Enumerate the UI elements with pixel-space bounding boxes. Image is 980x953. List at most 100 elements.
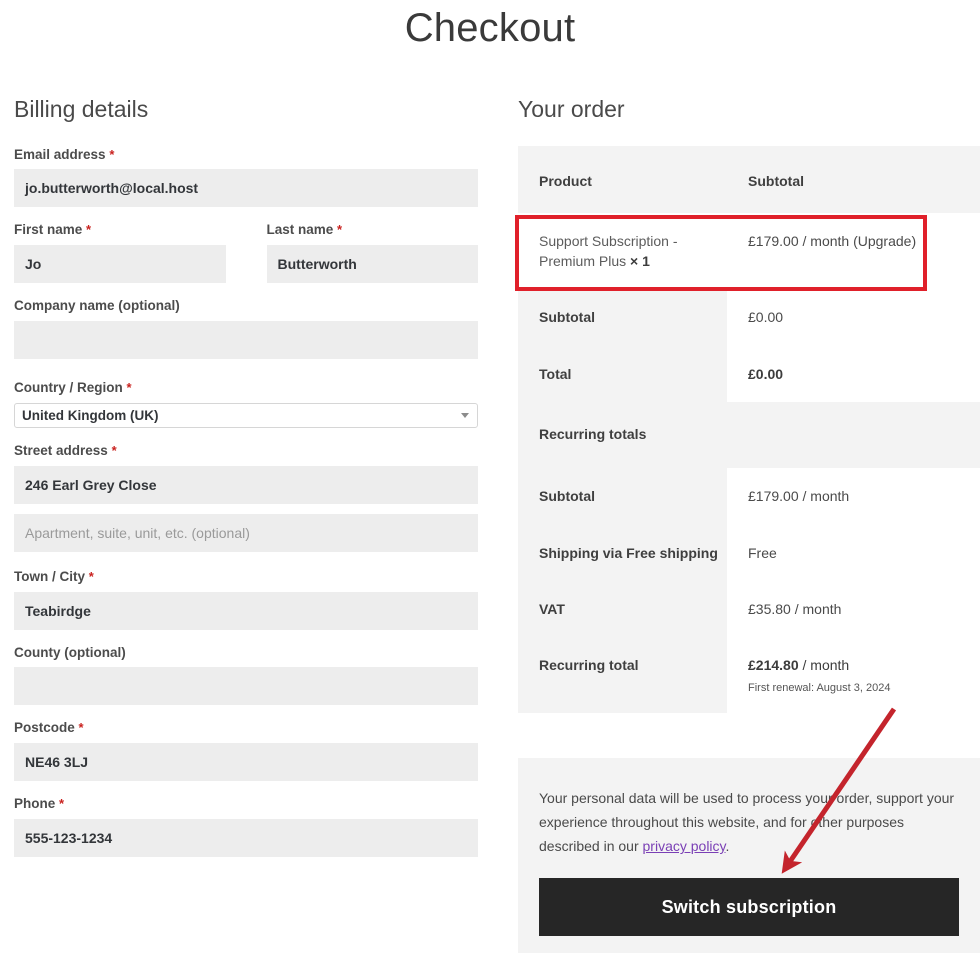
- order-total-row: Total £0.00: [518, 346, 980, 402]
- label-text: First name: [14, 222, 82, 237]
- label-company-name: Company name (optional): [14, 297, 478, 315]
- street-address-input[interactable]: 246 Earl Grey Close: [14, 466, 478, 504]
- privacy-text-after: .: [726, 838, 730, 854]
- recurring-totals-heading-row: Recurring totals: [518, 402, 980, 468]
- privacy-text-before: Your personal data will be used to proce…: [539, 790, 954, 854]
- country-region-select-wrap: United Kingdom (UK): [14, 403, 478, 428]
- product-name-cell: Support Subscription - Premium Plus × 1: [518, 213, 727, 290]
- required-marker-icon: *: [337, 222, 342, 237]
- last-name-input[interactable]: Butterworth: [267, 245, 479, 283]
- required-marker-icon: *: [127, 380, 132, 395]
- amount: £35.80: [748, 601, 791, 617]
- amount-unit: / month: [799, 488, 850, 504]
- recurring-shipping-label: Shipping via Free shipping: [518, 525, 727, 581]
- recurring-totals-heading-spacer: [727, 402, 980, 468]
- privacy-policy-text: Your personal data will be used to proce…: [539, 786, 958, 858]
- field-company-name: Company name (optional): [14, 297, 478, 359]
- order-subtotal-label: Subtotal: [518, 289, 727, 345]
- field-postcode: Postcode * NE46 3LJ: [14, 719, 478, 781]
- order-subtotal-row: Subtotal £0.00: [518, 289, 980, 345]
- column-header-product: Product: [518, 146, 727, 213]
- billing-details-heading: Billing details: [14, 96, 478, 124]
- amount: £179.00: [748, 488, 799, 504]
- recurring-subtotal-row: Subtotal £179.00 / month: [518, 468, 980, 524]
- first-name-input[interactable]: Jo: [14, 245, 226, 283]
- required-marker-icon: *: [109, 147, 114, 162]
- phone-input[interactable]: 555-123-1234: [14, 819, 478, 857]
- your-order-heading: Your order: [518, 96, 980, 124]
- field-county: County (optional): [14, 644, 478, 706]
- checkout-page: Checkout Billing details Email address *…: [0, 0, 980, 953]
- amount-unit: / month: [791, 601, 842, 617]
- required-marker-icon: *: [112, 443, 117, 458]
- amount: £214.80: [748, 657, 799, 673]
- amount: Free: [748, 545, 777, 561]
- order-summary-column: Your order Product Subtotal Support Subs…: [518, 96, 980, 713]
- required-marker-icon: *: [79, 720, 84, 735]
- name-field-row: First name * Jo Last name * Butterworth: [14, 221, 478, 297]
- product-quantity: × 1: [630, 253, 650, 269]
- chevron-down-icon: [461, 413, 469, 418]
- label-town-city: Town / City *: [14, 568, 478, 586]
- recurring-shipping-value: Free: [727, 525, 980, 581]
- label-text: Country / Region: [14, 380, 123, 395]
- required-marker-icon: *: [86, 222, 91, 237]
- required-marker-icon: *: [89, 569, 94, 584]
- amount-unit: / month: [799, 657, 850, 673]
- field-phone: Phone * 555-123-1234: [14, 795, 478, 857]
- billing-details-column: Billing details Email address * jo.butte…: [14, 96, 478, 871]
- recurring-vat-label: VAT: [518, 581, 727, 637]
- label-text: Postcode: [14, 720, 75, 735]
- field-street-address: Street address * 246 Earl Grey Close: [14, 442, 478, 504]
- order-table-header-row: Product Subtotal: [518, 146, 980, 213]
- county-input[interactable]: [14, 667, 478, 705]
- field-address-line-2: Apartment, suite, unit, etc. (optional): [14, 514, 478, 552]
- recurring-vat-row: VAT £35.80 / month: [518, 581, 980, 637]
- product-name-line-1: Support Subscription -: [539, 233, 678, 249]
- address-line-2-input[interactable]: Apartment, suite, unit, etc. (optional): [14, 514, 478, 552]
- order-total-value: £0.00: [727, 346, 980, 402]
- label-text: Town / City: [14, 569, 85, 584]
- field-town-city: Town / City * Teabirdge: [14, 568, 478, 630]
- required-marker-icon: *: [59, 796, 64, 811]
- payment-section: Your personal data will be used to proce…: [518, 758, 980, 953]
- country-region-select[interactable]: United Kingdom (UK): [14, 403, 478, 428]
- product-price-cell: £179.00 / month (Upgrade): [727, 213, 980, 290]
- postcode-input[interactable]: NE46 3LJ: [14, 743, 478, 781]
- field-country-region: Country / Region * United Kingdom (UK): [14, 379, 478, 428]
- label-text: Street address: [14, 443, 108, 458]
- email-address-input[interactable]: jo.butterworth@local.host: [14, 169, 478, 207]
- recurring-vat-value: £35.80 / month: [727, 581, 980, 637]
- label-text: Last name: [267, 222, 334, 237]
- label-email-address: Email address *: [14, 146, 478, 164]
- recurring-totals-heading: Recurring totals: [518, 402, 727, 468]
- order-product-row: Support Subscription - Premium Plus × 1 …: [518, 213, 980, 290]
- first-renewal-note: First renewal: August 3, 2024: [748, 681, 980, 695]
- recurring-subtotal-label: Subtotal: [518, 468, 727, 524]
- privacy-policy-link[interactable]: privacy policy: [643, 838, 726, 854]
- recurring-total-label: Recurring total: [518, 637, 727, 713]
- order-subtotal-value: £0.00: [727, 289, 980, 345]
- label-postcode: Postcode *: [14, 719, 478, 737]
- label-text: Email address: [14, 147, 106, 162]
- field-last-name: Last name * Butterworth: [267, 221, 479, 283]
- label-street-address: Street address *: [14, 442, 478, 460]
- switch-subscription-button[interactable]: Switch subscription: [539, 878, 959, 936]
- field-email-address: Email address * jo.butterworth@local.hos…: [14, 146, 478, 208]
- page-title: Checkout: [0, 6, 980, 51]
- order-total-label: Total: [518, 346, 727, 402]
- field-first-name: First name * Jo: [14, 221, 226, 283]
- label-country-region: Country / Region *: [14, 379, 478, 397]
- recurring-total-row: Recurring total £214.80 / month First re…: [518, 637, 980, 713]
- recurring-subtotal-value: £179.00 / month: [727, 468, 980, 524]
- town-city-input[interactable]: Teabirdge: [14, 592, 478, 630]
- column-header-subtotal: Subtotal: [727, 146, 980, 213]
- label-last-name: Last name *: [267, 221, 479, 239]
- order-summary-table: Product Subtotal Support Subscription - …: [518, 146, 980, 713]
- label-first-name: First name *: [14, 221, 226, 239]
- label-text: Phone: [14, 796, 55, 811]
- label-county: County (optional): [14, 644, 478, 662]
- recurring-shipping-row: Shipping via Free shipping Free: [518, 525, 980, 581]
- label-phone: Phone *: [14, 795, 478, 813]
- company-name-input[interactable]: [14, 321, 478, 359]
